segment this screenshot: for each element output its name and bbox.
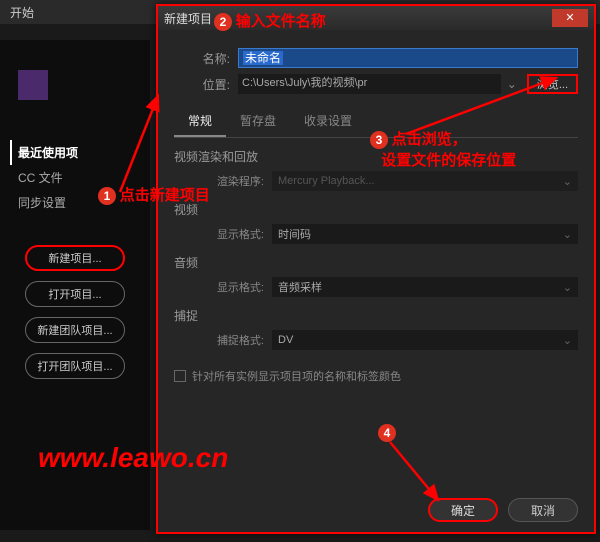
dialog-title: 新建项目 (164, 10, 212, 27)
open-project-button[interactable]: 打开项目... (25, 281, 125, 307)
audio-format-select[interactable]: 音频采样⌄ (272, 277, 578, 297)
video-format-label: 显示格式: (194, 226, 264, 242)
start-sidebar: 最近使用项 CC 文件 同步设置 新建项目... 打开项目... 新建团队项目.… (0, 40, 150, 530)
dialog-footer: 确定 取消 (428, 498, 578, 522)
new-project-dialog: 新建项目 ✕ 名称: 未命名 位置: C:\Users\July\我的视频\pr… (156, 4, 596, 534)
audio-format-label: 显示格式: (194, 279, 264, 295)
section-capture-title: 捕捉 (174, 307, 578, 324)
checkbox-label: 针对所有实例显示项目项的名称和标签颜色 (192, 368, 401, 384)
tab-ingest[interactable]: 收录设置 (290, 106, 366, 137)
sidebar-list: 最近使用项 CC 文件 同步设置 (18, 140, 140, 215)
capture-format-select[interactable]: DV⌄ (272, 330, 578, 350)
tab-scratch[interactable]: 暂存盘 (226, 106, 290, 137)
capture-format-label: 捕捉格式: (194, 332, 264, 348)
cancel-button[interactable]: 取消 (508, 498, 578, 522)
sidebar-item-sync[interactable]: 同步设置 (18, 190, 140, 215)
sidebar-item-recent[interactable]: 最近使用项 (10, 140, 140, 165)
name-label: 名称: (174, 50, 230, 67)
dialog-body: 名称: 未命名 位置: C:\Users\July\我的视频\pr ⌄ 浏览..… (158, 30, 594, 414)
open-team-project-button[interactable]: 打开团队项目... (25, 353, 125, 379)
display-name-checkbox[interactable] (174, 370, 186, 382)
close-button[interactable]: ✕ (552, 9, 588, 27)
location-input[interactable]: C:\Users\July\我的视频\pr (238, 74, 501, 94)
ok-button[interactable]: 确定 (428, 498, 498, 522)
new-project-button[interactable]: 新建项目... (25, 245, 125, 271)
section-render-title: 视频渲染和回放 (174, 148, 578, 165)
dialog-titlebar: 新建项目 ✕ (158, 6, 594, 30)
sidebar-item-ccfiles[interactable]: CC 文件 (18, 165, 140, 190)
video-format-select[interactable]: 时间码⌄ (272, 224, 578, 244)
browse-button[interactable]: 浏览... (527, 74, 578, 94)
menu-start[interactable]: 开始 (10, 6, 34, 20)
location-label: 位置: (174, 76, 230, 93)
chevron-down-icon[interactable]: ⌄ (501, 77, 523, 91)
sidebar-buttons: 新建项目... 打开项目... 新建团队项目... 打开团队项目... (10, 245, 140, 379)
dialog-tabs: 常规 暂存盘 收录设置 (174, 106, 578, 138)
display-name-checkbox-row: 针对所有实例显示项目项的名称和标签颜色 (174, 368, 578, 384)
renderer-select[interactable]: Mercury Playback...⌄ (272, 171, 578, 191)
section-audio-title: 音频 (174, 254, 578, 271)
tab-general[interactable]: 常规 (174, 106, 226, 137)
name-input[interactable]: 未命名 (238, 48, 578, 68)
renderer-label: 渲染程序: (194, 173, 264, 189)
new-team-project-button[interactable]: 新建团队项目... (25, 317, 125, 343)
app-logo (18, 70, 48, 100)
section-video-title: 视频 (174, 201, 578, 218)
